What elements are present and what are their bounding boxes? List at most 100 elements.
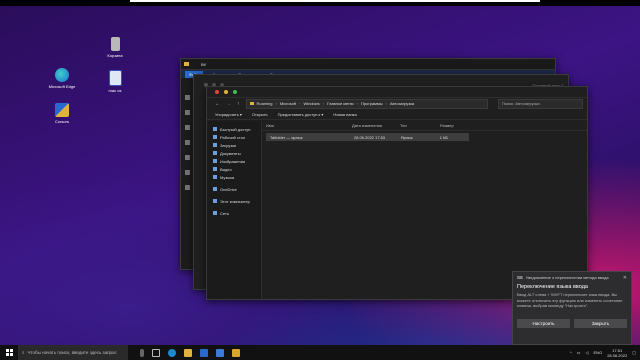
- column-header-name[interactable]: Имя: [262, 123, 352, 128]
- input-language-toast[interactable]: ⌨ Уведомление о переключении метода ввод…: [512, 271, 632, 345]
- star-icon: [213, 127, 217, 131]
- breadcrumb-item[interactable]: Roaming: [257, 101, 273, 106]
- close-button[interactable]: Закрыть: [574, 319, 627, 328]
- video-icon: [213, 167, 217, 171]
- search-input[interactable]: Поиск: Автозагрузка: [498, 98, 583, 109]
- document-icon: [213, 151, 217, 155]
- clock[interactable]: 17:51 28.06.2022: [607, 348, 627, 358]
- file-row[interactable]: Taifolder — ярлык 28.06.2022 17:53 Ярлык…: [266, 133, 469, 141]
- cloud-icon: [213, 187, 217, 191]
- nav-item-network[interactable]: Сеть: [207, 209, 261, 217]
- breadcrumb-item[interactable]: Windows: [303, 101, 319, 106]
- nav-item-onedrive[interactable]: OneDrive: [207, 185, 261, 193]
- nav-item-music[interactable]: Музыка: [207, 173, 261, 181]
- system-tray: ^ ▭ ◁ ENG 17:51 28.06.2022 ▢: [570, 348, 640, 358]
- breadcrumb-item[interactable]: Microsoft: [280, 101, 296, 106]
- close-dot-icon[interactable]: [215, 90, 219, 94]
- command-bar: Упорядочить ▾ Открыть Предоставить досту…: [207, 109, 587, 120]
- desktop-icon-cursors[interactable]: Cursors: [45, 103, 79, 124]
- new-folder-button[interactable]: Новая папка: [333, 112, 356, 117]
- toast-header: ⌨ Уведомление о переключении метода ввод…: [517, 275, 609, 280]
- store-icon[interactable]: [200, 348, 208, 357]
- share-button[interactable]: Предоставить доступ к ▾: [278, 112, 324, 117]
- edge-icon: [55, 68, 69, 82]
- nav-item-videos[interactable]: Видео: [207, 165, 261, 173]
- nav-item-desktop[interactable]: Рабочий стол: [207, 133, 261, 141]
- mail-icon[interactable]: [216, 348, 224, 357]
- nav-icon[interactable]: [185, 185, 190, 190]
- start-button[interactable]: [0, 345, 18, 360]
- notification-icon[interactable]: ▢: [632, 350, 636, 355]
- volume-icon[interactable]: ◁: [585, 350, 588, 355]
- language-indicator[interactable]: ENG: [594, 350, 603, 355]
- search-icon: ⌕: [22, 350, 25, 355]
- task-view-icon[interactable]: [152, 348, 160, 357]
- nav-item-this-pc[interactable]: Этот компьютер: [207, 197, 261, 205]
- explorer-window-front[interactable]: ← → ↑ Roaming › Microsoft › Windows › Гл…: [206, 86, 588, 300]
- nav-icon[interactable]: [185, 95, 190, 100]
- nav-item-documents[interactable]: Документы: [207, 149, 261, 157]
- breadcrumb-item[interactable]: Главное меню: [327, 101, 354, 106]
- edge-icon[interactable]: [168, 348, 176, 357]
- desktop-icon-mac-os[interactable]: mac os: [98, 70, 132, 93]
- configure-button[interactable]: Настроить: [517, 319, 570, 328]
- taskbar-search-input[interactable]: ⌕ Чтобы начать поиск, введите здесь запр…: [18, 345, 128, 360]
- up-arrow-icon[interactable]: ↑: [237, 101, 240, 107]
- minimize-dot-icon[interactable]: [224, 90, 228, 94]
- file-size: 1 КБ: [439, 134, 449, 140]
- file-explorer-running-icon[interactable]: [232, 348, 240, 357]
- file-list-header: Имя Дата изменения Тип Размер: [262, 121, 587, 131]
- folder-icon: [184, 62, 189, 66]
- download-icon: [213, 143, 217, 147]
- taskbar-pinned-apps: [140, 348, 240, 357]
- chevron-up-icon[interactable]: ^: [570, 350, 572, 355]
- file-name: Taifolder — ярлык: [270, 134, 303, 140]
- file-explorer-icon[interactable]: [184, 348, 192, 357]
- top-black-bar: [0, 0, 640, 6]
- desktop-icon-edge[interactable]: Microsoft Edge: [45, 68, 79, 89]
- nav-icon[interactable]: [185, 155, 190, 160]
- breadcrumb-item[interactable]: Автозагрузка: [390, 101, 414, 106]
- organize-button[interactable]: Упорядочить ▾: [215, 112, 242, 117]
- nav-icon[interactable]: [185, 140, 190, 145]
- microphone-icon[interactable]: [140, 348, 144, 357]
- front-window-titlebar[interactable]: [207, 87, 587, 98]
- column-header-type[interactable]: Тип: [400, 123, 440, 128]
- keyboard-icon: ⌨: [517, 275, 523, 280]
- nav-item-pictures[interactable]: Изображения: [207, 157, 261, 165]
- nav-icon[interactable]: [185, 110, 190, 115]
- address-bar-row: ← → ↑ Roaming › Microsoft › Windows › Гл…: [207, 98, 587, 109]
- navigation-pane: Быстрый доступ Рабочий стол Загрузки Док…: [207, 121, 262, 299]
- file-type: Ярлык: [400, 134, 413, 140]
- back-window-nav-icons: [185, 95, 190, 190]
- back-window-titlebar[interactable]: Bif: [181, 59, 555, 70]
- nav-icon[interactable]: [185, 170, 190, 175]
- toast-buttons: Настроить Закрыть: [513, 316, 631, 331]
- maximize-dot-icon[interactable]: [233, 90, 237, 94]
- nav-item-downloads[interactable]: Загрузки: [207, 141, 261, 149]
- desktop-icon-recycle-bin[interactable]: Корзина: [98, 37, 132, 58]
- breadcrumb-separator-icon: ›: [385, 101, 387, 106]
- breadcrumb-separator-icon: ›: [299, 101, 301, 106]
- breadcrumb-item[interactable]: Программы: [361, 101, 383, 106]
- music-icon: [213, 175, 217, 179]
- close-icon[interactable]: ✕: [623, 275, 627, 281]
- open-button[interactable]: Открыть: [252, 112, 268, 117]
- nav-item-quick-access[interactable]: Быстрый доступ: [207, 125, 261, 133]
- taskbar: ⌕ Чтобы начать поиск, введите здесь запр…: [0, 345, 640, 360]
- column-header-size[interactable]: Размер: [440, 123, 470, 128]
- folder-icon: [249, 102, 254, 105]
- breadcrumb-separator-icon: ›: [322, 101, 325, 106]
- breadcrumb-separator-icon: ›: [356, 101, 358, 106]
- nav-icon[interactable]: [185, 125, 190, 130]
- forward-arrow-icon[interactable]: →: [226, 101, 231, 107]
- computer-icon: [213, 199, 217, 203]
- column-header-date[interactable]: Дата изменения: [352, 123, 400, 128]
- breadcrumb-separator-icon: ›: [275, 101, 277, 106]
- clock-date: 28.06.2022: [607, 352, 628, 358]
- back-arrow-icon[interactable]: ←: [215, 101, 220, 107]
- address-bar[interactable]: Roaming › Microsoft › Windows › Главное …: [245, 98, 488, 109]
- image-icon: [213, 159, 217, 163]
- network-icon[interactable]: ▭: [577, 350, 581, 355]
- document-icon: [108, 70, 122, 86]
